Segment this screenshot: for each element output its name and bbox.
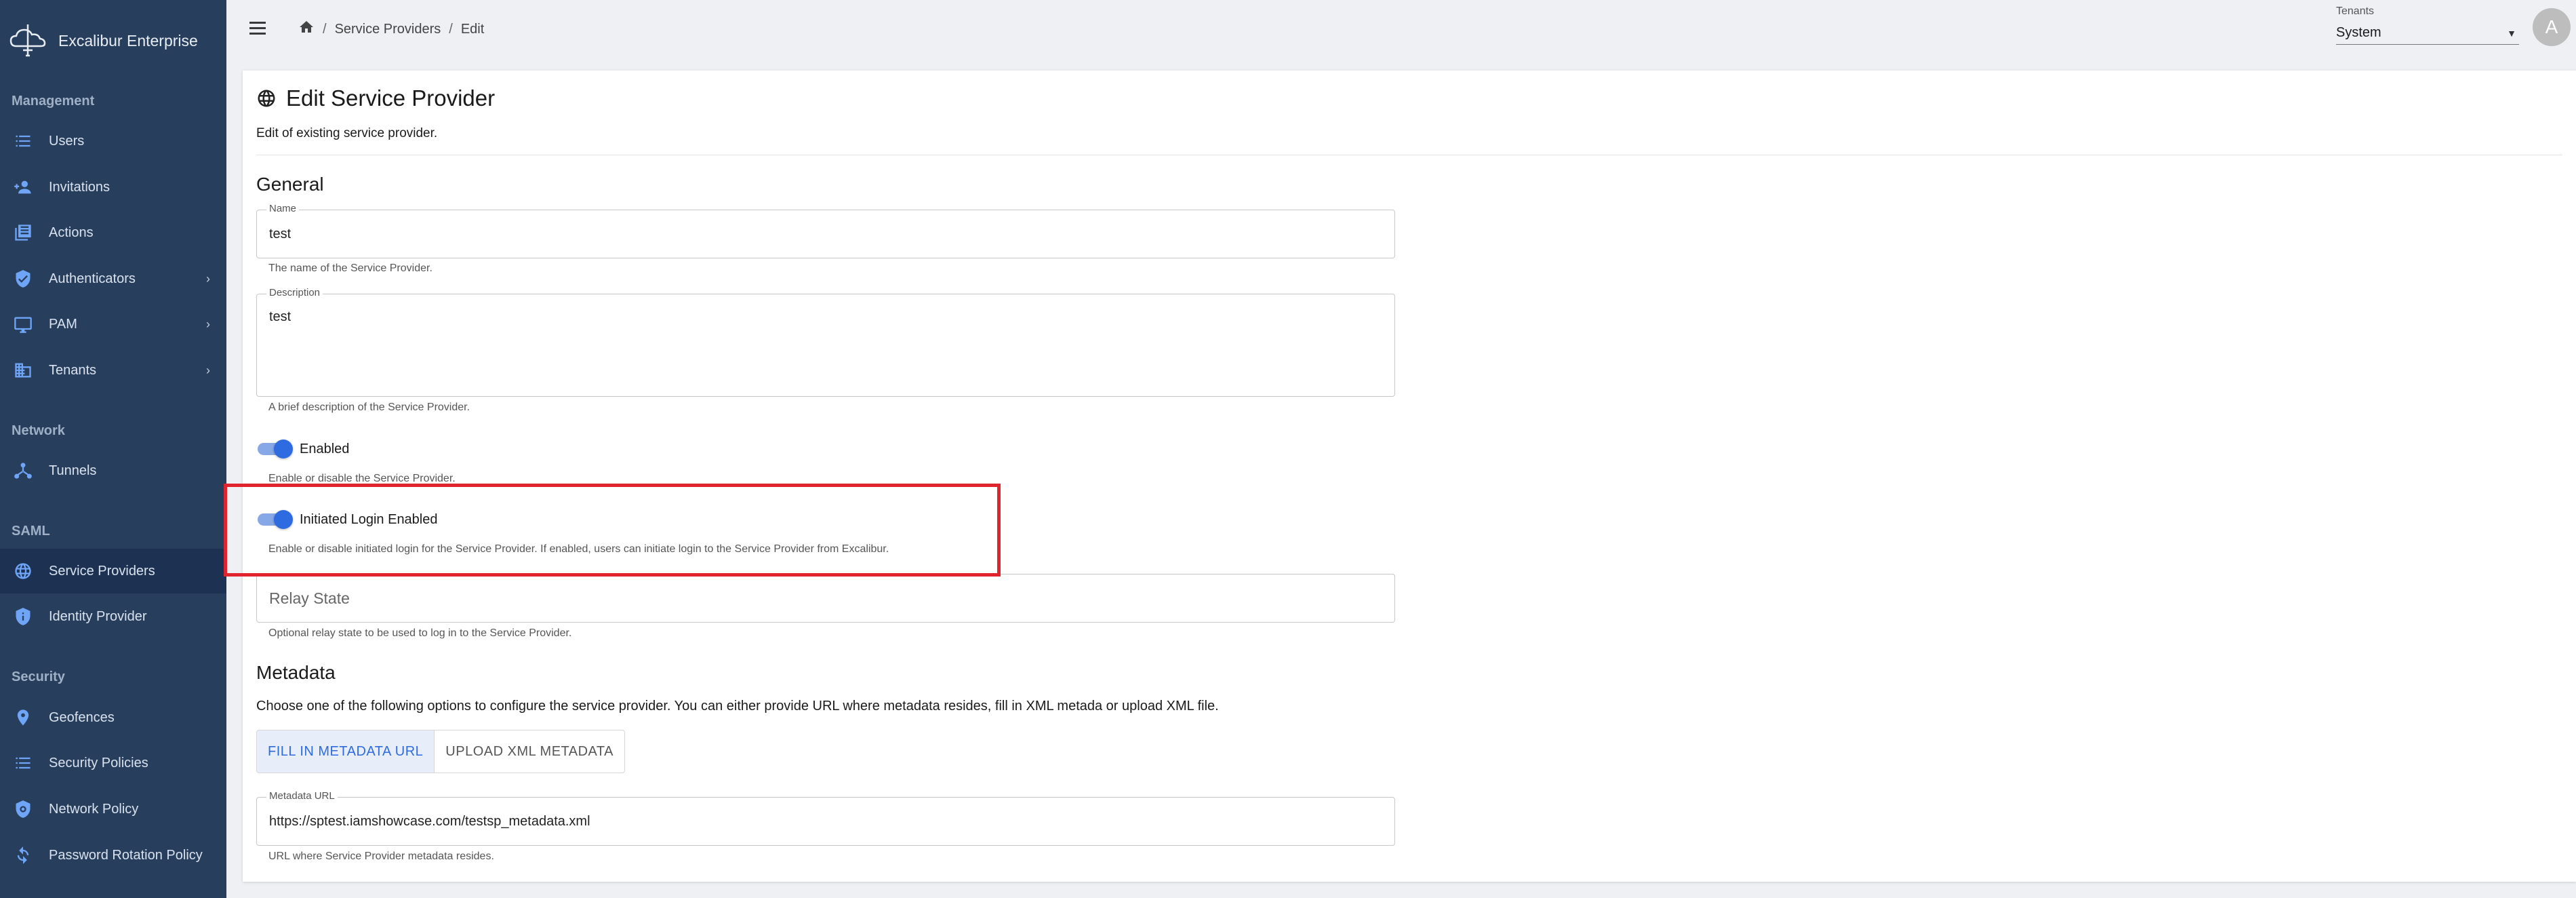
metadata-option-group: FILL IN METADATA URL UPLOAD XML METADATA: [256, 730, 625, 773]
name-value: test: [269, 227, 291, 241]
sidebar: Excalibur Enterprise Management Users In…: [0, 0, 226, 898]
chevron-right-icon: ›: [206, 317, 210, 331]
home-icon[interactable]: [298, 19, 315, 39]
sidebar-item-network-policy[interactable]: Network Policy: [0, 787, 226, 832]
page-title-text: Edit Service Provider: [286, 85, 496, 111]
sidebar-item-label: Users: [49, 133, 85, 149]
relay-state-field[interactable]: Relay State: [256, 574, 1395, 623]
sidebar-item-label: Security Policies: [49, 755, 148, 770]
sidebar-item-identity-provider[interactable]: Identity Provider: [0, 594, 226, 639]
globe-icon: [258, 90, 275, 107]
network-icon: [14, 461, 33, 480]
building-icon: [14, 361, 33, 380]
location-pin-icon: [14, 708, 33, 727]
person-add-icon: [14, 178, 33, 197]
sidebar-item-label: Service Providers: [49, 563, 155, 579]
relay-state-helper: Optional relay state to be used to log i…: [268, 627, 572, 639]
tenants-dropdown[interactable]: System ▼: [2336, 22, 2519, 45]
sidebar-item-label: Network Policy: [49, 801, 139, 817]
sidebar-item-label: Invitations: [49, 179, 110, 195]
enabled-label: Enabled: [300, 442, 350, 456]
sidebar-item-tunnels[interactable]: Tunnels: [0, 448, 226, 493]
logo-icon: [9, 24, 46, 57]
name-label: Name: [266, 203, 300, 214]
list-icon: [14, 132, 33, 151]
sidebar-item-label: Actions: [49, 224, 94, 240]
fill-in-metadata-url-button[interactable]: FILL IN METADATA URL: [257, 730, 435, 773]
sidebar-item-actions[interactable]: Actions: [0, 210, 226, 255]
sidebar-item-geofences[interactable]: Geofences: [0, 695, 226, 740]
sidebar-item-invitations[interactable]: Invitations: [0, 165, 226, 210]
tenants-value: System: [2336, 25, 2381, 40]
page-title: Edit Service Provider: [256, 85, 495, 111]
section-saml: SAML: [12, 524, 50, 539]
brand[interactable]: Excalibur Enterprise: [8, 24, 198, 57]
sidebar-item-password-rotation-policy[interactable]: Password Rotation Policy: [0, 833, 226, 878]
sidebar-item-label: Password Rotation Policy: [49, 847, 203, 863]
topbar: / Service Providers / Edit Tenants Syste…: [226, 0, 2576, 58]
name-helper: The name of the Service Provider.: [268, 262, 432, 274]
sidebar-item-label: Tenants: [49, 362, 97, 378]
metadata-description: Choose one of the following options to c…: [256, 699, 1219, 714]
description-label: Description: [266, 287, 323, 298]
sidebar-item-security-policies[interactable]: Security Policies: [0, 741, 226, 785]
relay-state-placeholder: Relay State: [269, 589, 350, 607]
app-name: Excalibur Enterprise: [58, 31, 198, 50]
sidebar-item-authenticators[interactable]: Authenticators ›: [0, 256, 226, 301]
description-value: test: [269, 309, 291, 324]
sidebar-item-label: PAM: [49, 316, 77, 332]
chevron-right-icon: ›: [206, 363, 210, 377]
dropdown-arrow-icon: ▼: [2507, 27, 2516, 39]
breadcrumb-separator: /: [323, 21, 327, 37]
sidebar-item-label: Authenticators: [49, 271, 136, 286]
shield-gear-icon: [14, 800, 33, 819]
actions-icon: [14, 223, 33, 242]
sidebar-item-pam[interactable]: PAM ›: [0, 302, 226, 347]
breadcrumb-edit: Edit: [460, 21, 485, 37]
metadata-heading: Metadata: [256, 662, 336, 683]
section-security: Security: [12, 669, 65, 684]
breadcrumb: / Service Providers / Edit: [298, 19, 484, 39]
sidebar-item-service-providers[interactable]: Service Providers: [0, 549, 226, 593]
sidebar-item-users[interactable]: Users: [0, 119, 226, 163]
metadata-url-label: Metadata URL: [266, 790, 338, 802]
menu-icon[interactable]: [249, 16, 273, 39]
globe-icon: [14, 562, 33, 581]
avatar[interactable]: A: [2533, 8, 2571, 46]
shield-info-icon: [14, 607, 33, 626]
general-heading: General: [256, 174, 324, 195]
tenants-label: Tenants: [2336, 5, 2375, 17]
sidebar-item-label: Tunnels: [49, 463, 97, 478]
breadcrumb-service-providers[interactable]: Service Providers: [335, 22, 441, 37]
edit-service-provider-card: Edit Service Provider Edit of existing s…: [243, 71, 2576, 882]
metadata-url-field[interactable]: Metadata URL https://sptest.iamshowcase.…: [256, 790, 1395, 846]
sidebar-item-label: Identity Provider: [49, 608, 147, 624]
section-management: Management: [12, 94, 95, 109]
metadata-url-helper: URL where Service Provider metadata resi…: [268, 851, 494, 862]
name-field[interactable]: Name test: [256, 203, 1395, 258]
sidebar-item-label: Geofences: [49, 709, 115, 725]
monitor-icon: [14, 315, 33, 334]
breadcrumb-separator: /: [449, 21, 453, 37]
page-subtitle: Edit of existing service provider.: [256, 126, 438, 140]
metadata-url-value: https://sptest.iamshowcase.com/testsp_me…: [269, 814, 590, 829]
enabled-toggle[interactable]: [258, 440, 293, 458]
section-network: Network: [12, 423, 65, 438]
description-field[interactable]: Description test: [256, 287, 1395, 397]
description-helper: A brief description of the Service Provi…: [268, 402, 470, 413]
rotation-icon: [14, 846, 33, 865]
upload-xml-metadata-button[interactable]: UPLOAD XML METADATA: [435, 730, 624, 773]
list-icon: [14, 754, 33, 773]
sidebar-item-tenants[interactable]: Tenants ›: [0, 348, 226, 393]
tenants-select[interactable]: Tenants System ▼: [2336, 5, 2519, 45]
highlight-box: [224, 484, 1001, 577]
shield-check-icon: [14, 269, 33, 288]
chevron-right-icon: ›: [206, 271, 210, 286]
